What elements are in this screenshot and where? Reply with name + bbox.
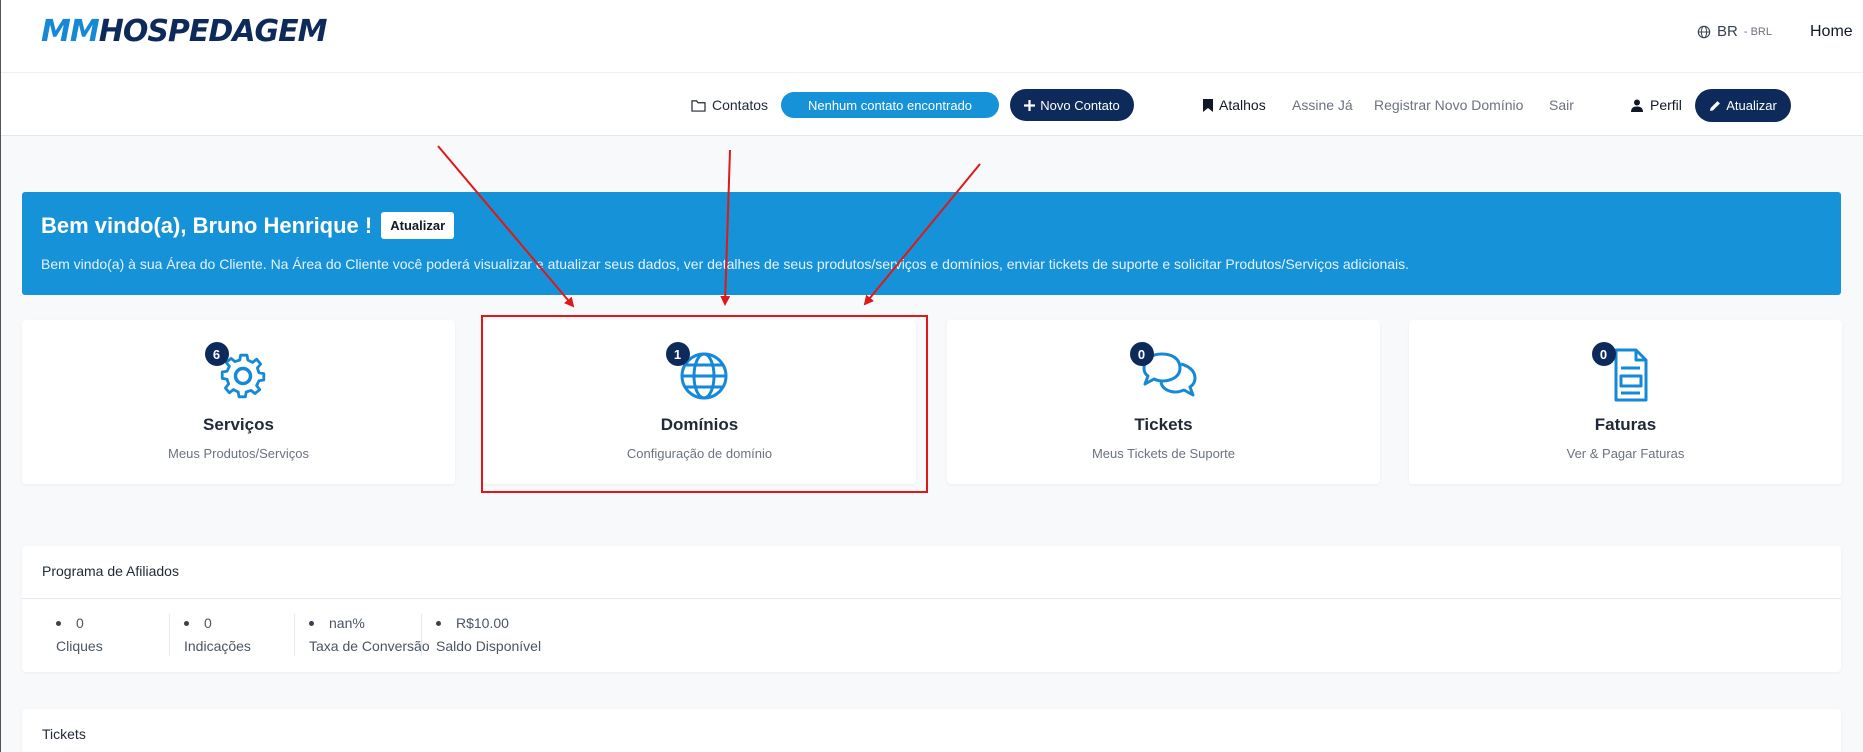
user-icon [1631, 99, 1643, 112]
annotation-highlight-box [481, 315, 928, 493]
welcome-text: Bem vindo(a) à sua Área do Cliente. Na Á… [41, 256, 1410, 272]
profile-menu[interactable]: Perfil [1631, 73, 1682, 137]
services-title: Serviços [203, 415, 274, 434]
affiliate-program-panel: Programa de Afiliados 0 Cliques 0 Indica… [22, 546, 1841, 672]
affiliate-stat-clicks: 0 Cliques [56, 615, 103, 654]
welcome-title: Bem vindo(a), Bruno Henrique ! [41, 212, 373, 238]
pencil-icon [1710, 100, 1721, 111]
tickets-count-badge: 0 [1129, 342, 1154, 366]
secondary-nav: Contatos Nenhum contato encontrado Novo … [1, 72, 1863, 136]
globe-icon [1697, 25, 1711, 38]
shortcuts-menu[interactable]: Atalhos [1203, 73, 1266, 137]
language-selector[interactable]: BR - BRL [1697, 23, 1772, 40]
stat-divider [169, 614, 170, 656]
tickets-title: Tickets [1134, 415, 1193, 434]
home-link[interactable]: Home [1810, 23, 1853, 41]
contacts-menu[interactable]: Contatos [691, 73, 768, 137]
tile-tickets[interactable]: 0 Tickets Meus Tickets de Suporte [947, 320, 1380, 484]
logout-link[interactable]: Sair [1549, 73, 1574, 137]
affiliate-stat-referrals: 0 Indicações [184, 615, 251, 654]
invoices-count-badge: 0 [1591, 342, 1616, 366]
tile-services[interactable]: 6 Serviços Meus Produtos/Serviços [22, 320, 455, 484]
currency-code: - BRL [1743, 25, 1772, 38]
affiliate-program-title: Programa de Afiliados [22, 546, 1841, 599]
tickets-panel: Tickets [22, 709, 1841, 752]
invoices-title: Faturas [1594, 415, 1657, 434]
stat-divider [294, 614, 295, 656]
top-header: MMHOSPEDAGEM BR - BRL Home [1, 0, 1863, 72]
affiliate-stat-conversion: nan% Taxa de Conversão [309, 615, 430, 654]
invoices-subtitle: Ver & Pagar Faturas [1566, 446, 1685, 461]
tickets-panel-title: Tickets [42, 726, 86, 742]
bookmark-icon [1203, 98, 1213, 112]
register-domain-link[interactable]: Registrar Novo Domínio [1374, 73, 1523, 137]
language-code: BR [1717, 23, 1738, 40]
subscribe-link[interactable]: Assine Já [1292, 73, 1353, 137]
banner-update-button[interactable]: Atualizar [381, 212, 455, 239]
services-count-badge: 6 [204, 342, 229, 366]
folder-icon [691, 99, 706, 112]
stat-divider [421, 614, 422, 656]
no-contact-badge[interactable]: Nenhum contato encontrado [781, 92, 999, 118]
affiliate-stat-balance: R$10.00 Saldo Disponível [436, 615, 542, 654]
tile-invoices[interactable]: 0 Faturas Ver & Pagar Faturas [1409, 320, 1842, 484]
services-subtitle: Meus Produtos/Serviços [168, 446, 309, 461]
update-profile-button[interactable]: Atualizar [1695, 89, 1791, 122]
welcome-banner: Bem vindo(a), Bruno Henrique ! Atualizar… [22, 192, 1841, 295]
tickets-subtitle: Meus Tickets de Suporte [1091, 446, 1236, 461]
new-contact-button[interactable]: Novo Contato [1010, 89, 1134, 121]
brand-logo[interactable]: MMHOSPEDAGEM [41, 14, 328, 49]
plus-icon [1024, 99, 1036, 111]
